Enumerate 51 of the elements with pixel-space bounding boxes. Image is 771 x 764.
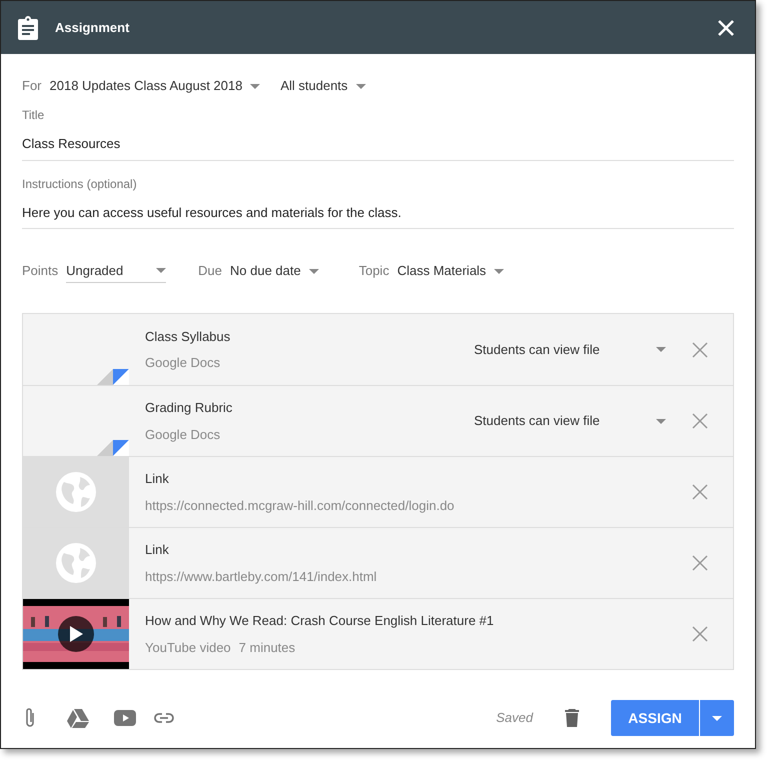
students-dropdown[interactable]: All students [280,76,366,96]
topic-dropdown[interactable]: Class Materials [397,261,504,281]
assign-button[interactable]: ASSIGN [611,700,699,736]
attachment-title: Grading Rubric [145,399,232,417]
clipboard-icon [17,16,39,40]
trash-icon[interactable] [565,709,579,727]
attachment-card[interactable]: Link https://connected.mcgraw-hill.com/connected/login.do [23,456,733,527]
globe-icon [56,472,96,512]
permission-dropdown[interactable]: Students can view file [474,411,666,431]
attachment-subtitle: Google Docs [145,354,220,372]
title-field[interactable]: Class Resources [22,134,734,160]
field-label: Topic [358,262,390,280]
attachment-card[interactable]: Link https://www.bartleby.com/141/index.html [23,527,733,598]
field-label: Points [22,262,58,280]
window-title: Assignment [55,18,130,37]
drive-icon[interactable] [67,708,89,728]
document-corner-icon [97,440,129,456]
link-icon[interactable] [153,712,175,724]
field-label: Title [22,107,46,124]
close-button[interactable] [716,18,736,38]
attachment-card[interactable]: Class Syllabus Google Docs Students can view file [23,314,733,385]
globe-icon [56,543,96,583]
class-dropdown[interactable]: 2018 Updates Class August 2018 [50,76,260,96]
play-icon [69,626,83,642]
paperclip-icon[interactable] [23,707,37,729]
remove-button[interactable] [692,555,708,571]
due-dropdown[interactable]: No due date [230,261,319,281]
attachment-subtitle: Google Docs [145,426,220,444]
field-label: Instructions (optional) [22,176,138,192]
field-label: Due [198,262,222,280]
video-duration: 7 minutes [238,638,296,656]
points-dropdown[interactable]: Ungraded [66,259,166,283]
remove-button[interactable] [692,342,708,358]
remove-button[interactable] [692,484,708,500]
attachment-card[interactable]: Grading Rubric Google Docs Students can view file [23,385,733,456]
attachment-subtitle: https://connected.mcgraw-hill.com/connected/login.do [145,496,454,515]
instructions-field[interactable]: Here you can access useful resources and materials for the class. [22,202,734,229]
attachment-card[interactable]: How and Why We Read: Crash Course English Literature #1 YouTube video 7 minutes [23,598,733,669]
field-label: For [22,77,42,96]
attachment-title: Link [145,541,170,559]
attachment-title: Class Syllabus [145,328,230,346]
document-corner-icon [97,368,129,384]
attachment-title: Link [145,470,170,488]
remove-button[interactable] [692,626,708,642]
permission-dropdown[interactable]: Students can view file [474,340,666,360]
attachment-subtitle: https://www.bartleby.com/141/index.html [145,568,377,586]
attachment-subtitle: YouTube video [145,638,231,656]
save-status: Saved [496,709,533,728]
remove-button[interactable] [692,413,708,429]
video-icon[interactable] [114,710,136,726]
attachment-title: How and Why We Read: Crash Course English Literature #1 [145,612,494,630]
